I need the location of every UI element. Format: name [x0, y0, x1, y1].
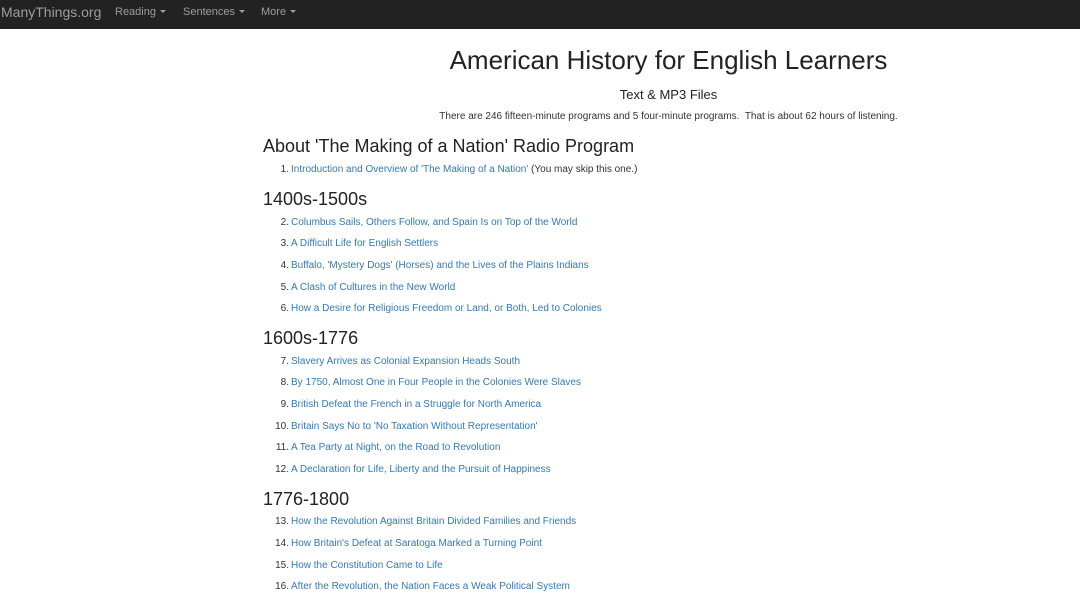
item-number: 11.: [275, 442, 289, 453]
item-note: (You may skip this one.): [528, 164, 638, 175]
program-link[interactable]: How a Desire for Religious Freedom or La…: [291, 303, 602, 314]
item-number: 10.: [275, 421, 289, 432]
page-title: American History for English Learners: [449, 45, 888, 75]
site-brand-link[interactable]: ManyThings.org: [1, 4, 101, 20]
nav-more-label: More: [261, 6, 287, 18]
item-number: 3.: [280, 238, 289, 249]
program-link[interactable]: By 1750, Almost One in Four People in th…: [291, 377, 581, 388]
item-number: 2.: [280, 217, 289, 228]
program-link[interactable]: A Difficult Life for English Settlers: [291, 238, 438, 249]
item-number: 8.: [280, 377, 289, 388]
nav-reading-label: Reading: [115, 6, 156, 18]
nav-sentences-label: Sentences: [183, 6, 235, 18]
nav-dropdown-sentences[interactable]: Sentences: [183, 6, 245, 18]
program-link[interactable]: How Britain's Defeat at Saratoga Marked …: [291, 538, 542, 549]
nav-dropdown-reading[interactable]: Reading: [115, 6, 166, 18]
item-number: 15.: [275, 560, 289, 571]
item-number: 12.: [275, 464, 289, 475]
item-number: 13.: [275, 516, 289, 527]
program-link[interactable]: Britain Says No to 'No Taxation Without …: [291, 421, 538, 432]
item-number: 9.: [280, 399, 289, 410]
item-number: 16.: [275, 581, 289, 592]
page-subtitle: Text & MP3 Files: [619, 87, 718, 102]
program-link[interactable]: After the Revolution, the Nation Faces a…: [291, 581, 570, 592]
program-link-container: Introduction and Overview of 'The Making…: [291, 164, 637, 175]
caret-down-icon: [290, 10, 297, 13]
program-link[interactable]: Buffalo, 'Mystery Dogs' (Horses) and the…: [291, 260, 589, 271]
item-number: 1.: [280, 164, 289, 175]
program-link[interactable]: A Tea Party at Night, on the Road to Rev…: [291, 442, 500, 453]
section-heading: 1400s-1500s: [263, 189, 368, 209]
program-link[interactable]: A Clash of Cultures in the New World: [291, 282, 455, 293]
nav-dropdown-more[interactable]: More: [261, 6, 297, 18]
intro-text: There are 246 fifteen-minute programs an…: [439, 111, 898, 122]
program-link[interactable]: Introduction and Overview of 'The Making…: [291, 164, 528, 175]
caret-down-icon: [159, 10, 166, 13]
item-number: 7.: [280, 356, 289, 367]
section-heading: About 'The Making of a Nation' Radio Pro…: [263, 136, 635, 156]
top-navbar: ManyThings.org Reading Sentences More: [0, 0, 1080, 29]
item-number: 14.: [275, 538, 289, 549]
caret-down-icon: [238, 10, 245, 13]
section-heading: 1776-1800: [263, 489, 350, 509]
program-link[interactable]: How the Constitution Came to Life: [291, 560, 443, 571]
item-number: 4.: [280, 260, 289, 271]
program-link[interactable]: How the Revolution Against Britain Divid…: [291, 516, 576, 527]
item-number: 6.: [280, 303, 289, 314]
program-link[interactable]: Slavery Arrives as Colonial Expansion He…: [291, 356, 520, 367]
section-heading: 1600s-1776: [263, 328, 359, 348]
program-link[interactable]: A Declaration for Life, Liberty and the …: [291, 464, 551, 475]
program-link[interactable]: British Defeat the French in a Struggle …: [291, 399, 541, 410]
item-number: 5.: [280, 282, 289, 293]
program-link[interactable]: Columbus Sails, Others Follow, and Spain…: [291, 217, 577, 228]
